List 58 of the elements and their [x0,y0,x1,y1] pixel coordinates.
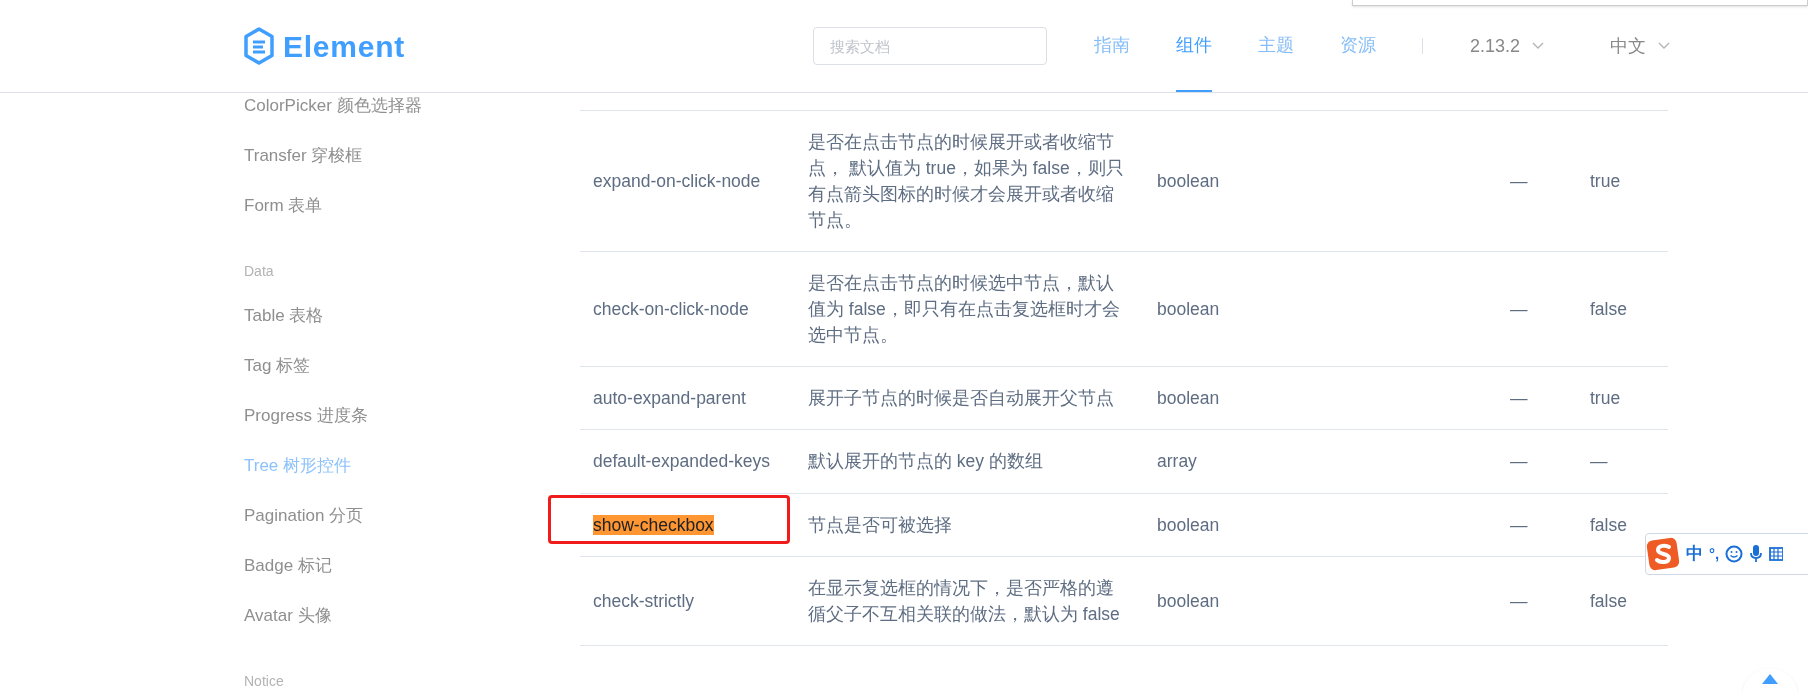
table-cell: false [1590,298,1627,319]
sidebar-item[interactable]: Form 表单 [244,181,580,231]
table-cell: show-checkbox [593,514,714,535]
table-cell: 默认展开的节点的 key 的数组 [808,451,1043,472]
table-cell: check-on-click-node [593,299,749,319]
sidebar-item[interactable]: Tree 树形控件 [244,441,580,491]
table-cell: true [1590,170,1621,191]
sidebar-group-title: Notice [244,671,285,691]
table-cell: — [1510,451,1528,472]
language-dropdown[interactable]: 中文 [1610,32,1670,60]
table-cell: — [1510,514,1528,535]
sidebar-item[interactable]: Pagination 分页 [244,491,580,541]
sidebar-item[interactable]: Table 表格 [244,291,580,341]
table-cell: boolean [1157,514,1220,535]
punctuation-indicator[interactable]: °, [1709,542,1720,566]
sidebar-item[interactable]: Badge 标记 [244,541,580,591]
table-cell: — [1510,298,1528,319]
table-cell: boolean [1157,388,1220,408]
table-cell: false [1590,514,1627,535]
table-cell: true [1590,388,1621,408]
table-cell: array [1157,451,1197,472]
input-mode-indicator[interactable]: 中 [1686,541,1703,567]
search-field[interactable]: 搜索文档 [812,27,1047,65]
keyboard-icon[interactable] [1769,546,1784,562]
caret-up-icon [1762,674,1778,684]
table-cell: boolean [1157,170,1220,191]
chevron-down-icon [1532,42,1544,50]
nav-tab[interactable]: 主题 [1257,0,1294,92]
table-cell: 是否在点击节点的时候选中节点，默认值为 false，即只有在点击复选框时才会选中节点。 [808,273,1120,345]
version-dropdown[interactable]: 2.13.2 [1469,32,1544,60]
logo-icon [243,27,275,65]
sidebar-item[interactable]: Avatar 头像 [244,591,580,641]
table-cell: expand-on-click-node [593,171,761,191]
sidebar-item[interactable]: Tag 标签 [244,341,580,391]
chevron-down-icon [1658,42,1670,50]
table-cell: — [1510,388,1528,408]
table-cell: boolean [1157,590,1220,611]
table-cell: — [1510,170,1528,191]
table-cell: 是否在点击节点的时候展开或者收缩节点， 默认值为 true，如果为 false，则只有点箭头图标的时候才会展开或者收缩节点。 [808,132,1124,230]
table-cell: false [1590,590,1627,611]
smiley-icon[interactable] [1725,545,1744,563]
nav-tab[interactable]: 组件 [1175,0,1212,92]
table-cell: auto-expand-parent [593,388,746,409]
logo-text[interactable]: Element [283,23,405,69]
table-cell: — [1590,451,1608,472]
table-cell: default-expanded-keys [593,451,771,472]
table-cell: 节点是否可被选择 [808,514,952,535]
table-cell: check-strictly [593,590,695,611]
table-cell: 展开子节点的时候是否自动展开父节点 [808,388,1114,409]
nav-tab[interactable]: 指南 [1093,0,1130,92]
table-cell: — [1510,590,1528,611]
microphone-icon[interactable] [1749,544,1764,564]
sidebar-item[interactable]: Transfer 穿梭框 [244,131,580,181]
sidebar-item[interactable]: Progress 进度条 [244,391,580,441]
sidebar-group-title: Data [244,261,275,281]
table-cell: 在显示复选框的情况下，是否严格的遵循父子不互相关联的做法，默认为 false [808,577,1120,624]
sidebar-item[interactable]: ColorPicker 颜色选择器 [244,93,580,131]
table-cell: boolean [1157,298,1220,319]
